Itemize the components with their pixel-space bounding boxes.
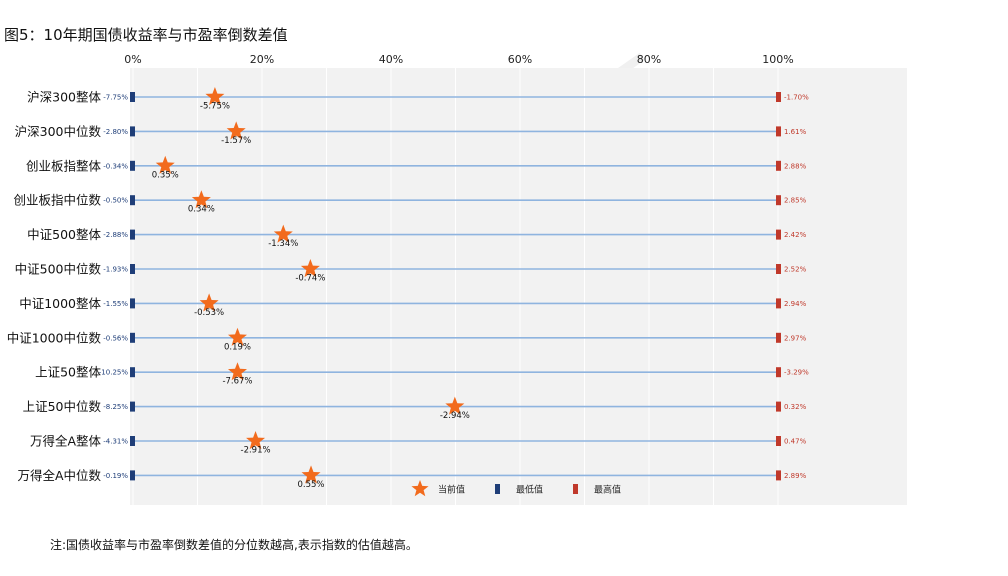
row-label: 上证50中位数: [23, 399, 102, 414]
legend-min-marker: [495, 484, 500, 494]
min-marker: [130, 436, 135, 446]
min-value-label: -1.93%: [103, 266, 128, 274]
min-marker: [130, 160, 135, 171]
min-marker: [130, 195, 135, 206]
percentile-chart: 0% 20% 40% 60% 80% 100% 沪深300整体 -7.75% -1.70% -5…: [7, 53, 907, 505]
max-value-label: 2.85%: [784, 197, 807, 205]
current-value-label: -7.67%: [222, 377, 252, 387]
row-label: 沪深300中位数: [15, 124, 102, 139]
row-label: 中证1000整体: [19, 296, 101, 311]
min-marker: [130, 470, 135, 481]
min-value-label: -4.31%: [103, 438, 128, 446]
max-value-label: 2.88%: [784, 162, 807, 170]
max-marker: [776, 92, 781, 102]
min-value-label: -0.50%: [103, 197, 128, 205]
x-tick-label: 80%: [637, 53, 661, 66]
max-value-label: 1.61%: [784, 128, 807, 136]
min-value-label: -7.75%: [103, 94, 128, 102]
row-label: 中证500整体: [27, 227, 101, 242]
row-label: 万得全A整体: [30, 434, 102, 449]
legend-max-marker: [573, 484, 578, 494]
min-marker: [130, 367, 135, 378]
x-tick-label: 40%: [379, 53, 403, 66]
min-value-label: -0.34%: [103, 162, 128, 170]
current-value-label: -2.94%: [440, 411, 470, 421]
max-marker: [776, 436, 781, 446]
current-value-label: -0.74%: [295, 274, 325, 284]
row-label: 创业板指整体: [26, 158, 102, 173]
x-tick-label: 0%: [124, 53, 141, 66]
x-tick-label: 20%: [250, 53, 274, 66]
max-value-label: 2.52%: [784, 266, 807, 274]
min-marker: [130, 264, 135, 274]
current-value-label: 0.19%: [224, 342, 251, 352]
current-value-label: 0.55%: [298, 480, 325, 490]
min-value-label: -8.25%: [103, 403, 128, 411]
row-label: 创业板指中位数: [13, 193, 101, 208]
max-marker: [776, 160, 781, 171]
max-marker: [776, 298, 781, 309]
max-marker: [776, 264, 781, 274]
current-value-label: -2.91%: [241, 446, 271, 456]
max-marker: [776, 470, 781, 481]
max-value-label: 2.97%: [784, 334, 807, 342]
row-label: 中证1000中位数: [7, 330, 102, 345]
max-value-label: 2.89%: [784, 472, 807, 480]
current-value-label: -1.57%: [221, 136, 251, 146]
current-value-label: -0.53%: [194, 308, 224, 318]
min-value-label: -1.55%: [103, 300, 128, 308]
max-value-label: 0.47%: [784, 438, 807, 446]
legend-current-label: 当前值: [438, 484, 465, 496]
legend-min-label: 最低值: [516, 484, 543, 496]
min-marker: [130, 332, 135, 343]
row-label: 中证500中位数: [15, 262, 102, 277]
max-value-label: -3.29%: [784, 369, 809, 377]
min-value-label: -0.19%: [103, 472, 128, 480]
max-marker: [776, 401, 781, 412]
max-marker: [776, 195, 781, 206]
row-label: 万得全A中位数: [17, 468, 101, 483]
min-marker: [130, 126, 135, 137]
x-tick-label: 60%: [508, 53, 532, 66]
min-value-label: -2.80%: [103, 128, 128, 136]
min-value-label: -0.56%: [103, 334, 128, 342]
x-axis-ticks: 0% 20% 40% 60% 80% 100%: [124, 53, 793, 66]
min-marker: [130, 92, 135, 102]
max-value-label: 2.42%: [784, 231, 807, 239]
current-value-label: -1.34%: [268, 239, 298, 249]
row-label: 沪深300整体: [27, 90, 101, 105]
current-value-label: -5.75%: [200, 102, 230, 112]
x-tick-label: 100%: [762, 53, 793, 66]
max-marker: [776, 126, 781, 137]
legend-max-label: 最高值: [594, 484, 621, 496]
min-value-label: -2.88%: [103, 231, 128, 239]
row-label: 上证50整体: [35, 365, 101, 380]
min-marker: [130, 229, 135, 240]
footnote: 注:国债收益率与市盈率倒数差值的分位数越高,表示指数的估值越高。: [50, 538, 418, 552]
current-value-label: 0.34%: [188, 205, 215, 215]
min-marker: [130, 401, 135, 412]
max-value-label: 0.32%: [784, 403, 807, 411]
max-marker: [776, 229, 781, 240]
max-marker: [776, 332, 781, 343]
current-value-label: 0.35%: [152, 170, 179, 180]
max-value-label: -1.70%: [784, 94, 809, 102]
min-value-label: -10.25%: [99, 369, 129, 377]
max-marker: [776, 367, 781, 378]
min-marker: [130, 298, 135, 309]
max-value-label: 2.94%: [784, 300, 807, 308]
